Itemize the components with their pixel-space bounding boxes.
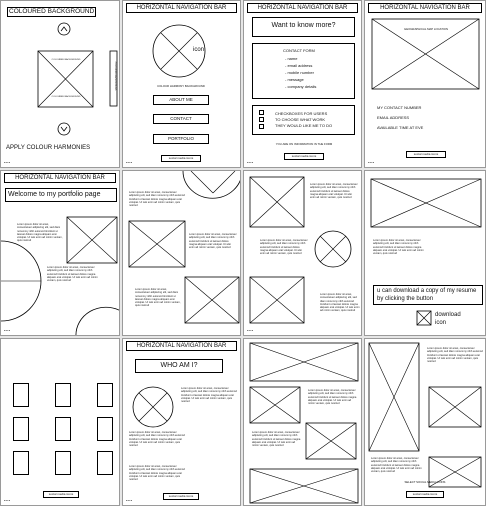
social-caption: SELECT SOCIAL MEDIA ICONS <box>404 480 446 484</box>
social-icons[interactable]: social media icons <box>406 491 444 498</box>
portfolio-button[interactable]: PORTFOLIO <box>153 134 209 144</box>
social-icons[interactable]: social media icons <box>161 155 201 162</box>
social-icons[interactable]: social media icons <box>163 493 199 500</box>
lorem-text: Lorem ipsum dolor sit amet, consectetuer… <box>47 266 98 283</box>
lorem-text: Lorem ipsum dolor sit amet, consectetuer… <box>373 239 424 256</box>
contact-button[interactable]: CONTACT <box>153 114 209 124</box>
contact-line: AVAILABLE TIME AT EVE <box>377 125 424 130</box>
thumb[interactable] <box>97 417 113 441</box>
lorem-text: Lorem ipsum dolor sit amet, consectetuer… <box>129 465 185 482</box>
lorem-text: Lorem ipsum dolor sit amet, consectetuer… <box>371 457 422 474</box>
lorem-text: Lorem ipsum dolor sit amet, consectetuer… <box>181 387 237 404</box>
panel-about-3: Lorem ipsum dolor sit amet, consectetuer… <box>364 338 486 506</box>
lorem-text: Lorem ipsum dolor sit amet, consectetuer… <box>17 223 63 243</box>
more-dots: ... <box>4 327 11 333</box>
more-dots: ... <box>126 497 133 503</box>
social-icons[interactable]: social media icons <box>43 491 79 498</box>
lorem-text: Lorem ipsum dolor sit amet, consectetuer… <box>252 431 301 448</box>
panel-location: HORIZONTAL NAVIGATION BAR GEOGRAPHICAL M… <box>364 0 486 168</box>
more-dots: ... <box>4 497 11 503</box>
more-dots: ... <box>247 159 254 165</box>
panel5-graphics <box>1 216 119 335</box>
panel-home-nav: HORIZONTAL NAVIGATION BAR icon COLOUR HA… <box>122 0 241 168</box>
panel-portfolio-intro: HORIZONTAL NAVIGATION BAR Welcome to my … <box>0 170 120 336</box>
form-field: - name <box>285 56 298 61</box>
thumb[interactable] <box>97 383 113 407</box>
checkbox[interactable] <box>259 117 264 122</box>
lorem-text: Lorem ipsum dolor sit amet, consectetuer… <box>135 288 181 308</box>
thumb[interactable] <box>55 451 71 475</box>
contact-heading: Want to know more? <box>252 17 355 37</box>
checkbox-area[interactable]: CHECKBOXES FOR USERS TO CHOOSE WHAT WORK… <box>252 105 355 135</box>
checkbox[interactable] <box>259 110 264 115</box>
lorem-text: Lorem ipsum dolor sit amet, consectetuer… <box>310 183 358 200</box>
thumb[interactable] <box>13 383 29 407</box>
lorem-text: Lorem ipsum dolor sit amet, consectetuer… <box>260 239 308 256</box>
panel-portfolio-2: Lorem ipsum dolor sit amet, consectetuer… <box>122 170 241 336</box>
more-dots: ... <box>126 159 133 165</box>
nav-bar[interactable]: HORIZONTAL NAVIGATION BAR <box>247 3 358 13</box>
thumb[interactable] <box>13 417 29 441</box>
form-field: - company details <box>285 84 317 89</box>
thumb[interactable] <box>13 451 29 475</box>
caption-top: COLOURED BACKGROUND <box>51 59 81 61</box>
panel-about: HORIZONTAL NAVIGATION BAR WHO AM I? Lore… <box>122 338 241 506</box>
checkbox[interactable] <box>259 124 264 129</box>
thumb[interactable] <box>55 383 71 407</box>
form-field: - mobile number <box>285 70 314 75</box>
panel1-graphics <box>37 22 118 136</box>
lorem-text: Lorem ipsum dolor sit amet, consectetuer… <box>129 431 185 448</box>
map-caption: GEOGRAPHICAL MAP LOCATION <box>395 27 457 32</box>
form-title: CONTACT FORM <box>283 48 315 53</box>
contact-line: MY CONTACT NUMBER <box>377 105 422 110</box>
more-dots: ... <box>4 159 11 165</box>
lorem-text: Lorem ipsum dolor sit amet, consectetuer… <box>427 347 483 364</box>
contact-form[interactable]: CONTACT FORM - name - email address - mo… <box>252 43 355 99</box>
contact-line: EMAIL ADDRESS <box>377 115 410 120</box>
panel-home-colour: COLOURED BACKGROUND COLOURED BACKGROUND … <box>0 0 120 168</box>
more-dots: ... <box>247 327 254 333</box>
more-dots: ... <box>368 159 375 165</box>
lorem-text: Lorem ipsum dolor sit amet, consectetuer… <box>189 233 237 250</box>
panel-contact: HORIZONTAL NAVIGATION BAR Want to know m… <box>243 0 362 168</box>
side-label: COLOURED BACKGROUND <box>114 61 116 91</box>
form-field: - message <box>285 77 304 82</box>
download-text: u can download a copy of my resume by cl… <box>373 285 483 305</box>
icon-label: icon <box>193 47 205 53</box>
form-field: - email address <box>285 63 313 68</box>
about-me-button[interactable]: ABOUT ME <box>153 95 209 105</box>
panel11-graphics <box>249 342 359 504</box>
footer-caption: YOU ARE ON INFORMATION IN THE FORM <box>275 142 333 146</box>
lorem-text: Lorem ipsum dolor sit amet, consectetuer… <box>129 191 185 208</box>
thumb[interactable] <box>97 451 113 475</box>
thumb[interactable] <box>55 417 71 441</box>
social-icons[interactable]: social media icons <box>284 153 324 160</box>
harmony-caption: COLOUR HARMONY BACKGROUND <box>157 84 205 88</box>
map-graphic <box>371 18 480 90</box>
panel-about-2: Lorem ipsum dolor sit amet, consectetuer… <box>243 338 362 506</box>
caption-bottom: COLOURED BACKGROUND <box>51 96 81 98</box>
download-icon-label[interactable]: download icon <box>435 311 465 327</box>
panel-gallery: social media icons ... <box>0 338 120 506</box>
apply-harmonies: APPLY COLOUR HARMONIES <box>6 145 91 151</box>
panel-resume: Lorem ipsum dolor sit amet, consectetuer… <box>364 170 486 336</box>
social-icons[interactable]: social media icons <box>406 151 446 158</box>
lorem-text: Lorem ipsum dolor sit amet, consectetuer… <box>320 293 360 313</box>
panel-portfolio-3: Lorem ipsum dolor sit amet, consectetuer… <box>243 170 362 336</box>
lorem-text: Lorem ipsum dolor sit amet, consectetuer… <box>308 389 357 406</box>
